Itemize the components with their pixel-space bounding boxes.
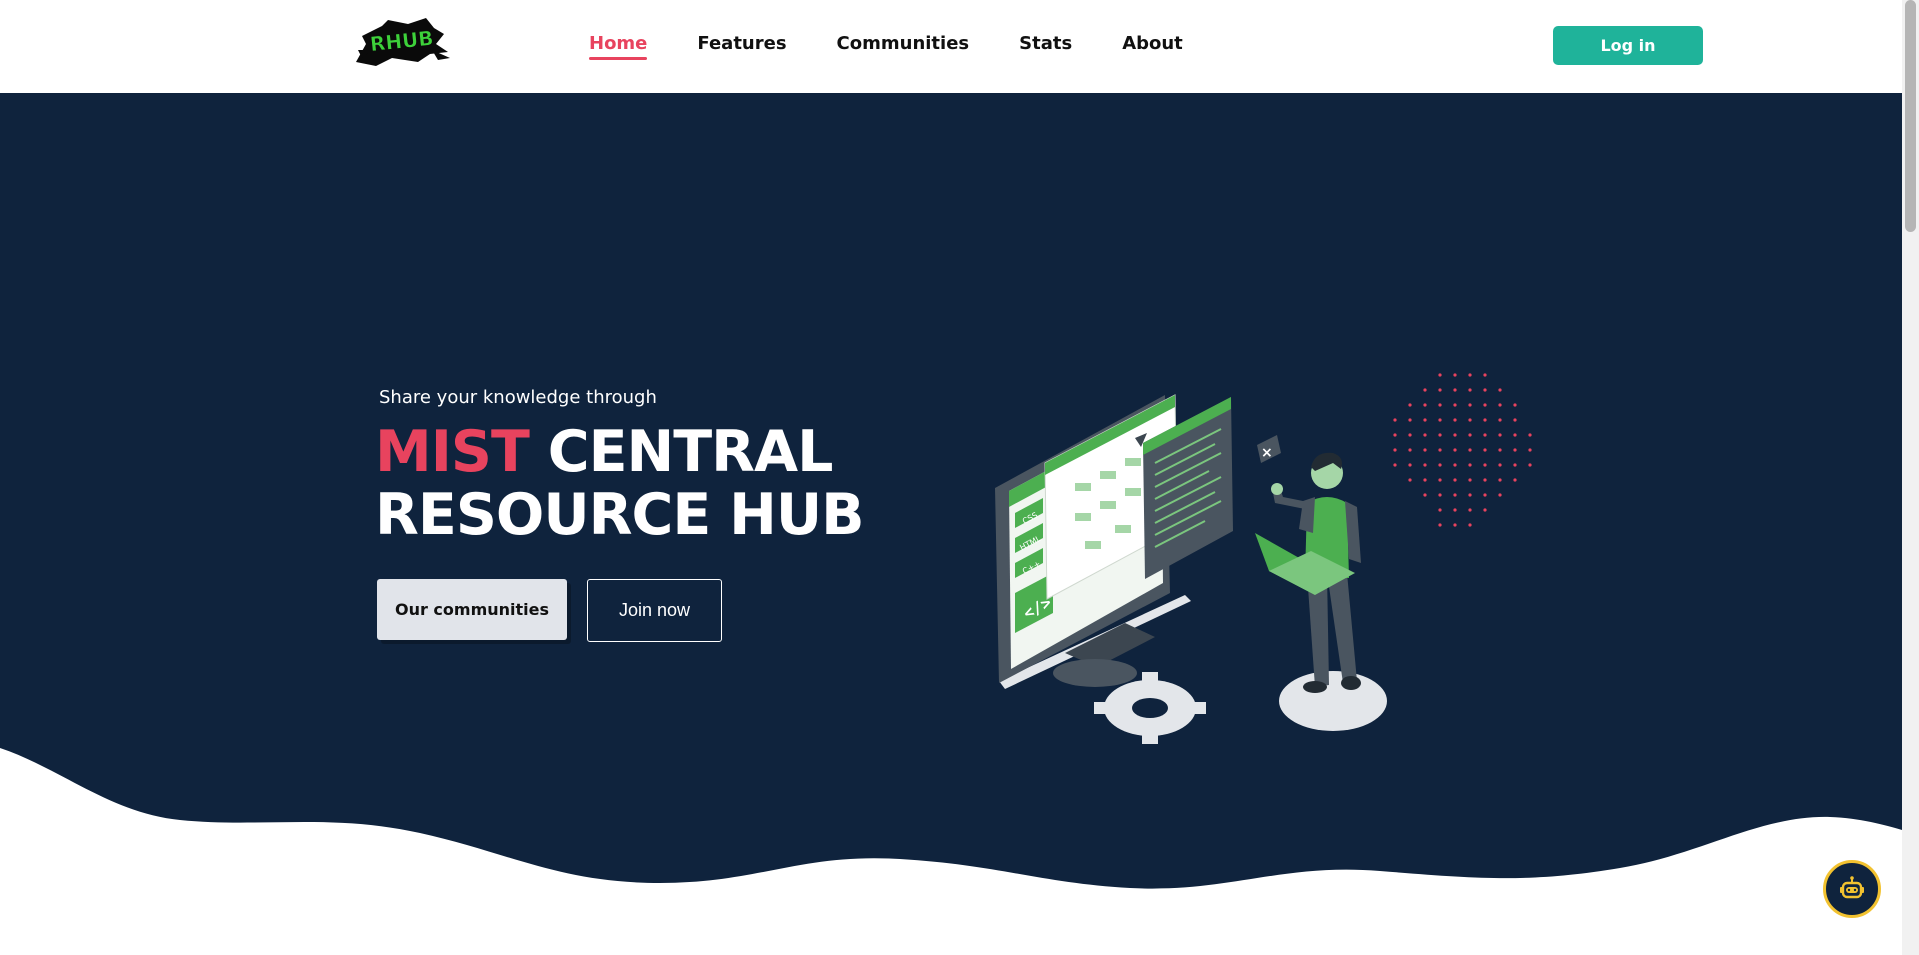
wave-divider [0, 748, 1902, 955]
rhub-logo[interactable]: RHUB [352, 14, 452, 70]
nav-about-link[interactable]: About [1122, 33, 1183, 60]
nav-communities-link[interactable]: Communities [837, 33, 970, 60]
hero-title-line2: RESOURCE HUB [375, 482, 865, 548]
dot-pattern [1393, 373, 1532, 527]
nav-home-link[interactable]: Home [589, 33, 648, 60]
chatbot-button[interactable] [1823, 860, 1881, 918]
scrollbar-thumb[interactable] [1905, 0, 1916, 232]
developer-illustration: CSS HTML C++ </> × [995, 373, 1532, 744]
hero-title-line1: CENTRAL [547, 419, 834, 485]
login-button[interactable]: Log in [1553, 26, 1703, 65]
robot-icon [1840, 876, 1864, 899]
hero-title-accent: MIST [375, 419, 530, 485]
nav-stats-link[interactable]: Stats [1019, 33, 1072, 60]
nav-features-link[interactable]: Features [697, 33, 786, 60]
hero-title: MIST CENTRAL RESOURCE HUB [375, 419, 865, 548]
main-nav: Home Features Communities Stats About [589, 33, 1233, 60]
top-navbar: RHUB Home Features Communities Stats Abo… [0, 0, 1902, 93]
svg-text:×: × [1261, 445, 1273, 461]
hero-section: Share your knowledge through MIST CENTRA… [0, 93, 1902, 955]
hero-subtitle: Share your knowledge through [379, 387, 657, 408]
join-now-button[interactable]: Join now [587, 579, 722, 642]
our-communities-button[interactable]: Our communities [377, 579, 567, 640]
